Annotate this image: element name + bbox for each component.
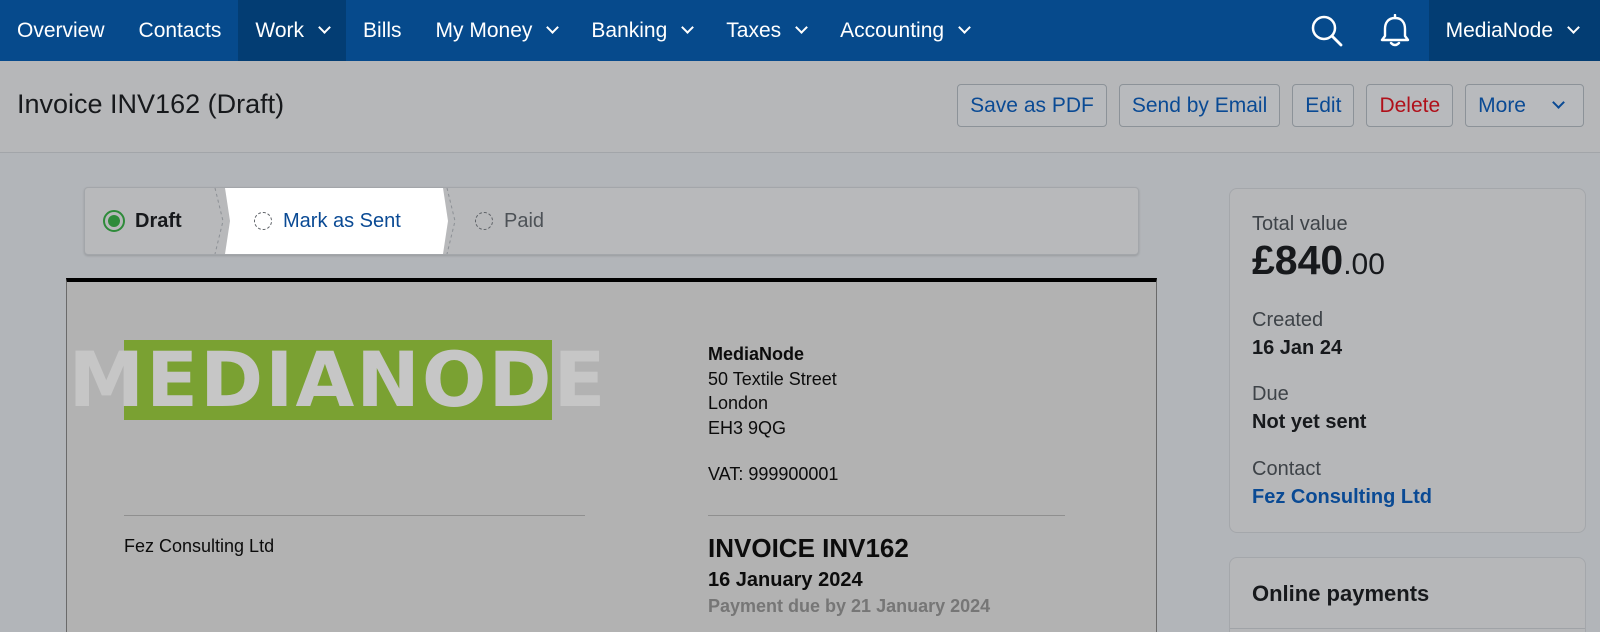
created-value: 16 Jan 24 — [1252, 337, 1343, 359]
nav-label: Bills — [363, 18, 402, 42]
created-label: Created — [1252, 309, 1324, 331]
chevron-down-icon — [318, 21, 331, 34]
chevron-down-icon — [958, 21, 971, 34]
total-minor: .00 — [1343, 248, 1385, 281]
top-nav: Overview Contacts Work Bills My Money Ba… — [0, 0, 1600, 61]
address-line: 50 Textile Street — [708, 368, 837, 389]
company-address: MediaNode 50 Textile Street London EH3 9… — [708, 342, 837, 440]
nav-label: Work — [255, 18, 305, 42]
nav-item-accounting[interactable]: Accounting — [823, 0, 986, 61]
address-line: London — [708, 393, 769, 413]
nav-item-banking[interactable]: Banking — [574, 0, 709, 61]
circle-dashed-icon — [475, 212, 493, 230]
status-stepper: Draft Mark as Sent Paid — [84, 187, 1139, 255]
nav-label: Accounting — [840, 18, 945, 42]
check-circle-icon — [103, 210, 125, 232]
due-label: Due — [1252, 383, 1289, 405]
divider — [708, 515, 1065, 516]
contact-link[interactable]: Fez Consulting Ltd — [1252, 486, 1432, 509]
search-button[interactable] — [1293, 0, 1361, 61]
contact-label: Contact — [1252, 458, 1321, 480]
invoice-summary: Total value £840.00 Created 16 Jan 24 Du… — [1229, 188, 1586, 533]
company-logo: MEDIANODE — [69, 340, 605, 420]
nav-label: My Money — [435, 18, 533, 42]
chevron-down-icon — [1567, 21, 1580, 34]
nav-label: Overview — [17, 18, 105, 42]
save-pdf-button[interactable]: Save as PDF — [957, 84, 1107, 127]
mark-as-sent-step[interactable]: Mark as Sent — [225, 188, 448, 254]
account-menu[interactable]: MediaNode — [1428, 0, 1600, 61]
bell-icon — [1380, 13, 1409, 46]
search-icon — [1311, 15, 1342, 46]
due-value: Not yet sent — [1252, 411, 1367, 433]
nav-item-my-money[interactable]: My Money — [419, 0, 575, 61]
total-major: £840 — [1252, 237, 1344, 283]
total-label: Total value — [1252, 213, 1348, 235]
edit-button[interactable]: Edit — [1292, 84, 1355, 127]
nav-label: Taxes — [726, 18, 782, 42]
step-label: Draft — [135, 209, 182, 232]
more-label: More — [1478, 93, 1526, 117]
client-name: Fez Consulting Ltd — [124, 536, 275, 556]
chevron-down-icon — [1552, 96, 1565, 109]
chevron-down-icon — [546, 21, 560, 34]
chevron-down-icon — [681, 21, 695, 34]
nav-item-bills[interactable]: Bills — [346, 0, 419, 61]
divider — [1230, 628, 1585, 629]
step-paid: Paid — [475, 188, 544, 254]
nav-item-contacts[interactable]: Contacts — [122, 0, 239, 61]
vat-number: VAT: 999900001 — [708, 464, 839, 484]
page-title: Invoice INV162 (Draft) — [17, 89, 285, 119]
step-draft: Draft — [103, 188, 182, 254]
notifications-button[interactable] — [1361, 0, 1429, 61]
invoice-title: INVOICE INV162 — [708, 533, 909, 563]
chevron-down-icon — [795, 21, 809, 34]
address-line: EH3 9QG — [708, 417, 787, 438]
nav-label: Contacts — [138, 18, 222, 42]
online-payments-panel: Online payments — [1229, 557, 1586, 632]
total-value: £840.00 — [1252, 237, 1385, 284]
nav-label: Banking — [591, 18, 668, 42]
nav-item-work[interactable]: Work — [238, 0, 347, 61]
step-label: Mark as Sent — [283, 209, 401, 232]
send-email-button[interactable]: Send by Email — [1118, 84, 1281, 127]
divider — [124, 515, 585, 516]
header-actions: Save as PDF Send by Email Edit Delete Mo… — [957, 84, 1584, 127]
logo-text: MEDIANODE — [68, 335, 608, 424]
circle-dashed-icon — [254, 212, 272, 230]
payment-due: Payment due by 21 January 2024 — [708, 596, 991, 616]
invoice-document: MEDIANODE MediaNode 50 Textile Street Lo… — [66, 278, 1157, 632]
step-separator — [446, 188, 456, 254]
nav-item-overview[interactable]: Overview — [0, 0, 122, 61]
invoice-date: 16 January 2024 — [708, 569, 863, 591]
online-payments-title: Online payments — [1252, 581, 1430, 606]
delete-button[interactable]: Delete — [1366, 84, 1454, 127]
more-button[interactable]: More — [1465, 84, 1584, 127]
nav-item-taxes[interactable]: Taxes — [709, 0, 823, 61]
step-separator — [214, 188, 224, 254]
company-name: MediaNode — [708, 344, 805, 364]
page-header: Invoice INV162 (Draft) Save as PDF Send … — [0, 61, 1600, 153]
step-label: Paid — [504, 209, 545, 232]
account-name: MediaNode — [1445, 18, 1553, 42]
